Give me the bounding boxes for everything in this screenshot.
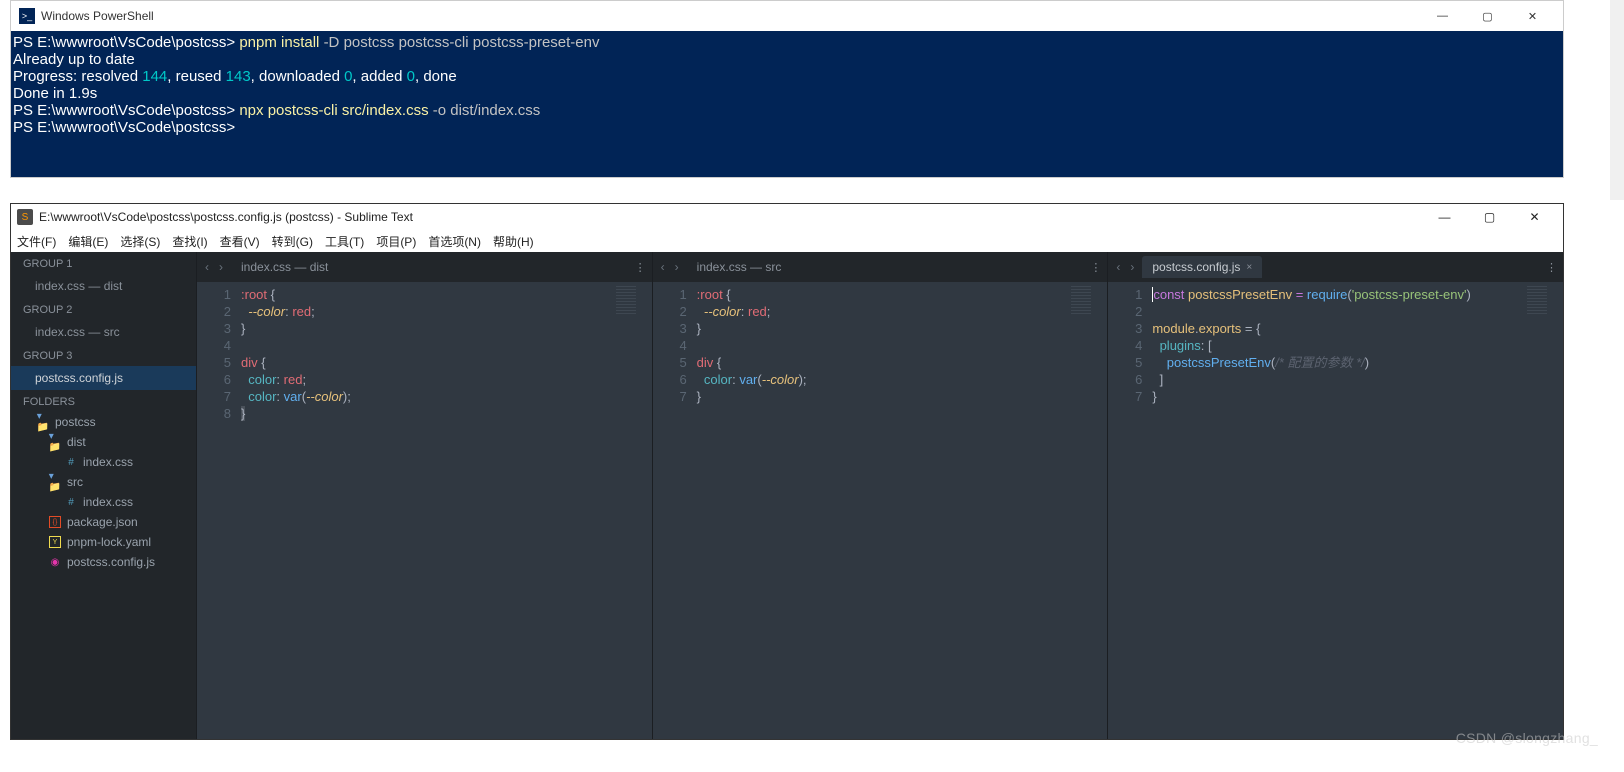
sublime-window: S E:\wwwroot\VsCode\postcss\postcss.conf… [10,203,1564,740]
json-icon: {} [49,516,61,528]
sublime-title: E:\wwwroot\VsCode\postcss\postcss.config… [39,210,413,224]
css-icon: # [65,456,77,468]
watermark: CSDN @slongzhang_ [1456,730,1598,746]
folder-dist[interactable]: ▾📁dist [11,432,196,452]
folder-icon: ▾📁 [37,416,49,428]
group-3-header: GROUP 3 [11,344,196,366]
css-icon: # [65,496,77,508]
tab-index-src[interactable]: index.css — src [687,256,792,278]
menu-bar: 文件(F) 编辑(E) 选择(S) 查找(I) 查看(V) 转到(G) 工具(T… [11,230,1563,252]
powershell-titlebar[interactable]: >_ Windows PowerShell — ▢ ✕ [11,1,1563,31]
menu-edit[interactable]: 编辑(E) [68,233,108,250]
group-1-item[interactable]: index.css — dist [11,274,196,298]
powershell-icon: >_ [19,8,35,24]
minimap[interactable] [612,282,652,739]
folder-icon: ▾📁 [49,436,61,448]
menu-file[interactable]: 文件(F) [17,233,56,250]
sidebar: GROUP 1 index.css — dist GROUP 2 index.c… [11,252,196,739]
group-2-item[interactable]: index.css — src [11,320,196,344]
minimap[interactable] [1067,282,1107,739]
sublime-titlebar[interactable]: S E:\wwwroot\VsCode\postcss\postcss.conf… [11,204,1563,230]
file-src-indexcss[interactable]: #index.css [11,492,196,512]
tab-more-icon[interactable]: ⋮ [1090,261,1101,274]
menu-tools[interactable]: 工具(T) [325,233,364,250]
tab-index-dist[interactable]: index.css — dist [231,256,338,278]
nav-forward-icon[interactable]: › [673,260,681,274]
menu-view[interactable]: 查看(V) [220,233,260,250]
nav-forward-icon[interactable]: › [217,260,225,274]
group-2-header: GROUP 2 [11,298,196,320]
file-packagejson[interactable]: {}package.json [11,512,196,532]
minimize-button[interactable]: — [1420,1,1465,31]
menu-goto[interactable]: 转到(G) [272,233,313,250]
group-3-item[interactable]: postcss.config.js [11,366,196,390]
tab-more-icon[interactable]: ⋮ [635,261,646,274]
folders-header: FOLDERS [11,390,196,412]
folder-icon: ▾📁 [49,476,61,488]
editor-pane-2: ‹ › index.css — src ⋮ 1234567 :root { --… [652,252,1108,739]
editor-area[interactable]: 1234567 :root { --color: red; } div { co… [653,282,1108,739]
menu-find[interactable]: 查找(I) [172,233,207,250]
tab-bar: ‹ › index.css — dist ⋮ [197,252,652,282]
file-pnpmlock[interactable]: Ypnpm-lock.yaml [11,532,196,552]
folder-src[interactable]: ▾📁src [11,472,196,492]
js-icon: ◉ [49,556,61,568]
yaml-icon: Y [49,536,61,548]
code-content[interactable]: const postcssPresetEnv = require('postcs… [1152,282,1523,739]
tab-close-icon[interactable]: × [1246,262,1252,273]
nav-back-icon[interactable]: ‹ [203,260,211,274]
folder-postcss[interactable]: ▾📁postcss [11,412,196,432]
minimap[interactable] [1523,282,1563,739]
nav-back-icon[interactable]: ‹ [659,260,667,274]
file-dist-indexcss[interactable]: #index.css [11,452,196,472]
editor-pane-1: ‹ › index.css — dist ⋮ 12345678 :root { … [196,252,652,739]
powershell-title: Windows PowerShell [41,9,154,23]
line-gutter: 12345678 [197,282,241,739]
file-postcssconfig[interactable]: ◉postcss.config.js [11,552,196,572]
page-scrollbar[interactable] [1610,0,1624,200]
group-1-header: GROUP 1 [11,252,196,274]
code-content[interactable]: :root { --color: red; } div { color: var… [697,282,1068,739]
tab-more-icon[interactable]: ⋮ [1546,261,1557,274]
tab-bar: ‹ › postcss.config.js× ⋮ [1108,252,1563,282]
menu-select[interactable]: 选择(S) [120,233,160,250]
sublime-icon: S [17,209,33,225]
maximize-button[interactable]: ▢ [1467,204,1512,230]
tab-bar: ‹ › index.css — src ⋮ [653,252,1108,282]
menu-project[interactable]: 项目(P) [376,233,416,250]
editor-area[interactable]: 1234567 const postcssPresetEnv = require… [1108,282,1563,739]
close-button[interactable]: ✕ [1512,204,1557,230]
tab-postcss-config[interactable]: postcss.config.js× [1142,256,1262,278]
powershell-console[interactable]: PS E:\wwwroot\VsCode\postcss> pnpm insta… [11,31,1563,177]
line-gutter: 1234567 [1108,282,1152,739]
nav-back-icon[interactable]: ‹ [1114,260,1122,274]
powershell-window: >_ Windows PowerShell — ▢ ✕ PS E:\wwwroo… [10,0,1564,178]
code-content[interactable]: :root { --color: red; } div { color: red… [241,282,612,739]
editor-area[interactable]: 12345678 :root { --color: red; } div { c… [197,282,652,739]
maximize-button[interactable]: ▢ [1465,1,1510,31]
line-gutter: 1234567 [653,282,697,739]
nav-forward-icon[interactable]: › [1128,260,1136,274]
editor-pane-3: ‹ › postcss.config.js× ⋮ 1234567 const p… [1107,252,1563,739]
menu-prefs[interactable]: 首选项(N) [428,233,481,250]
menu-help[interactable]: 帮助(H) [493,233,534,250]
minimize-button[interactable]: — [1422,204,1467,230]
close-button[interactable]: ✕ [1510,1,1555,31]
